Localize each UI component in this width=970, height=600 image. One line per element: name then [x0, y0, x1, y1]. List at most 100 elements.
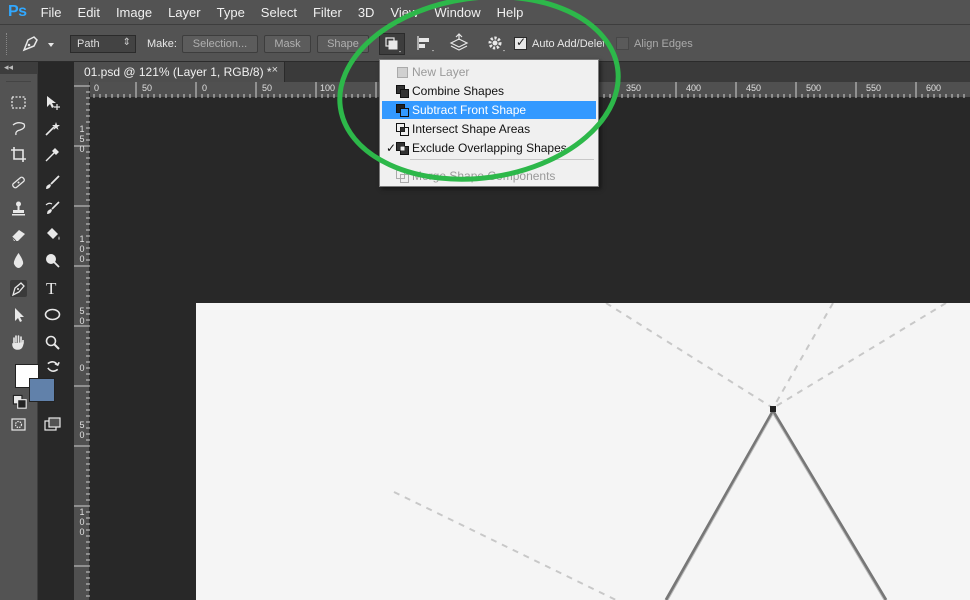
menu-layer[interactable]: Layer	[160, 5, 209, 20]
eraser-tool-icon[interactable]	[10, 226, 27, 243]
hand-tool-icon[interactable]	[10, 334, 27, 351]
dodge-tool-icon[interactable]	[44, 252, 61, 269]
default-colors-icon[interactable]	[12, 394, 27, 409]
blur-tool-icon[interactable]	[10, 252, 27, 269]
menu-item-intersect-shape-areas[interactable]: Intersect Shape Areas	[382, 120, 596, 138]
tools-panel-grip[interactable]	[6, 74, 31, 82]
ruler-label: 50	[79, 306, 85, 326]
spot-healing-brush-tool-icon[interactable]	[10, 174, 27, 191]
combine-shapes-icon	[396, 85, 409, 98]
screen-mode-icon[interactable]	[44, 416, 61, 433]
path-operations-button[interactable]	[379, 33, 405, 55]
ruler-label: 100	[79, 507, 85, 537]
ruler-label: 0	[94, 83, 100, 93]
path-drawing	[393, 303, 947, 600]
auto-add-delete-label: Auto Add/Delete	[532, 38, 604, 50]
menu-image[interactable]: Image	[108, 5, 160, 20]
ruler-label: 150	[79, 124, 85, 154]
ruler-label: 0	[79, 363, 85, 373]
crop-tool-icon[interactable]	[10, 146, 27, 163]
menu-filter[interactable]: Filter	[305, 5, 350, 20]
exclude-overlapping-shapes-icon	[396, 142, 409, 155]
make-shape-button[interactable]: Shape	[317, 35, 369, 53]
pen-tool-icon	[22, 36, 54, 52]
menu-item-combine-shapes[interactable]: Combine Shapes	[382, 82, 596, 100]
path-operations-icon	[385, 37, 401, 53]
photoshop-logo: Ps	[8, 3, 27, 20]
eyedropper-tool-icon[interactable]	[44, 146, 61, 163]
swap-colors-icon[interactable]	[45, 358, 60, 372]
menu-item-exclude-overlapping-shapes[interactable]: ✓ Exclude Overlapping Shapes	[382, 139, 596, 157]
document-tab[interactable]: 01.psd @ 121% (Layer 1, RGB/8) * ×	[74, 62, 285, 82]
zoom-tool-icon[interactable]	[44, 334, 61, 351]
intersect-shape-areas-icon	[396, 123, 409, 136]
ruler-label: 50	[142, 83, 153, 93]
auto-add-delete-checkbox[interactable]	[514, 35, 527, 50]
ellipse-tool-icon[interactable]	[44, 306, 61, 323]
make-selection-button[interactable]: Selection...	[182, 35, 258, 53]
menu-3d[interactable]: 3D	[350, 5, 383, 20]
ruler-label: 500	[806, 83, 822, 93]
menu-view[interactable]: View	[382, 5, 426, 20]
clone-stamp-tool-icon[interactable]	[10, 200, 27, 217]
ruler-label: 100	[79, 234, 85, 264]
menu-type[interactable]: Type	[209, 5, 253, 20]
ruler-label: 0	[202, 83, 208, 93]
ruler-label: 600	[926, 83, 942, 93]
document-tab-title: 01.psd @ 121% (Layer 1, RGB/8) *	[84, 65, 272, 79]
path-alignment-button[interactable]	[413, 33, 439, 55]
tools-panel-collapse[interactable]: ◂◂	[0, 62, 37, 74]
merge-shape-components-icon	[396, 170, 409, 183]
paint-bucket-tool-icon[interactable]	[44, 226, 61, 243]
pen-tool-icon[interactable]	[10, 280, 27, 297]
path-operations-menu: New Layer Combine Shapes Subtract Front …	[379, 59, 599, 187]
rectangular-marquee-tool-icon[interactable]	[10, 94, 27, 111]
menu-file[interactable]: File	[37, 5, 70, 20]
gear-icon	[488, 36, 505, 52]
close-tab-icon[interactable]: ×	[272, 64, 278, 76]
lasso-tool-icon[interactable]	[10, 120, 27, 137]
options-bar: Path Make: Selection... Mask Shape	[0, 24, 970, 62]
magic-wand-tool-icon[interactable]	[44, 120, 61, 137]
path-arrangement-button[interactable]	[447, 33, 473, 55]
type-tool-icon[interactable]: T	[44, 280, 61, 297]
ruler-label: 100	[320, 83, 336, 93]
ruler-label: 350	[626, 83, 642, 93]
tool-preset-picker[interactable]	[18, 34, 60, 54]
subtract-front-shape-icon	[396, 104, 409, 117]
brush-tool-icon[interactable]	[44, 174, 61, 191]
menu-select[interactable]: Select	[253, 5, 305, 20]
pick-tool-mode-dropdown[interactable]: Path	[70, 35, 136, 53]
path-options-button[interactable]	[484, 33, 510, 55]
menu-window[interactable]: Window	[426, 5, 488, 20]
options-bar-grip[interactable]	[6, 33, 9, 55]
document-canvas[interactable]	[196, 303, 970, 600]
quick-mask-icon[interactable]	[10, 416, 27, 433]
ruler-label: 50	[262, 83, 273, 93]
path-arrangement-icon	[449, 33, 469, 51]
align-edges-checkbox[interactable]	[616, 37, 629, 50]
path-selection-tool-icon[interactable]	[10, 306, 27, 323]
menu-edit[interactable]: Edit	[70, 5, 108, 20]
menu-item-new-layer[interactable]: New Layer	[382, 63, 596, 81]
check-mark-icon: ✓	[386, 141, 397, 155]
tools-panel: ◂◂ T	[0, 62, 61, 600]
align-edges-label: Align Edges	[634, 38, 693, 50]
make-mask-button[interactable]: Mask	[264, 35, 311, 53]
menu-item-merge-shape-components[interactable]: Merge Shape Components	[382, 167, 596, 185]
path-alignment-icon	[417, 36, 434, 52]
menu-help[interactable]: Help	[489, 5, 532, 20]
background-color-swatch[interactable]	[29, 378, 55, 402]
ruler-label: 50	[79, 420, 85, 440]
menu-item-subtract-front-shape[interactable]: Subtract Front Shape	[382, 101, 596, 119]
ruler-label: 400	[686, 83, 702, 93]
make-label: Make:	[147, 38, 177, 50]
move-tool-icon[interactable]	[44, 94, 61, 111]
ruler-label: 550	[866, 83, 882, 93]
menu-separator	[410, 159, 594, 160]
anchor-point[interactable]	[770, 406, 776, 412]
new-layer-icon	[397, 67, 408, 78]
vertical-ruler[interactable]: 150 100 50 0 50 100	[74, 82, 90, 600]
ruler-label: 450	[746, 83, 762, 93]
history-brush-tool-icon[interactable]	[44, 200, 61, 217]
